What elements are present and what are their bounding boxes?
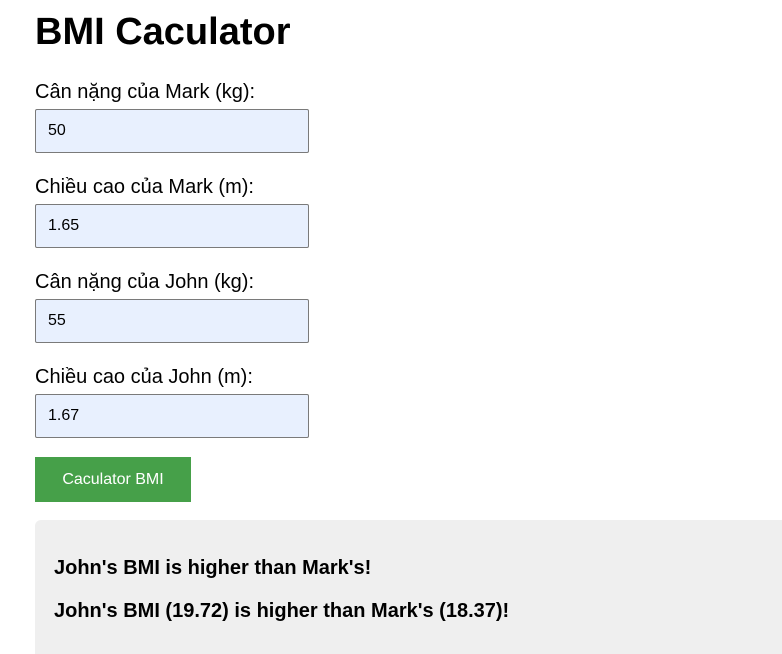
mark-weight-input[interactable] [35,109,309,153]
result-detail: John's BMI (19.72) is higher than Mark's… [54,600,510,622]
mark-height-label: Chiều cao của Mark (m): [35,176,254,198]
bmi-page: BMI Caculator Cân nặng của Mark (kg): Ch… [0,0,782,654]
calculate-bmi-button[interactable]: Caculator BMI [35,457,191,502]
page-title: BMI Caculator [35,11,291,53]
john-height-input[interactable] [35,394,309,438]
mark-height-input[interactable] [35,204,309,248]
john-weight-label: Cân nặng của John (kg): [35,271,255,293]
mark-weight-label: Cân nặng của Mark (kg): [35,81,256,103]
result-box: John's BMI is higher than Mark's! John's… [35,520,782,654]
john-height-label: Chiều cao của John (m): [35,366,253,388]
john-weight-input[interactable] [35,299,309,343]
result-summary: John's BMI is higher than Mark's! [54,557,372,579]
bmi-form: Cân nặng của Mark (kg): Chiều cao của Ma… [35,80,782,502]
